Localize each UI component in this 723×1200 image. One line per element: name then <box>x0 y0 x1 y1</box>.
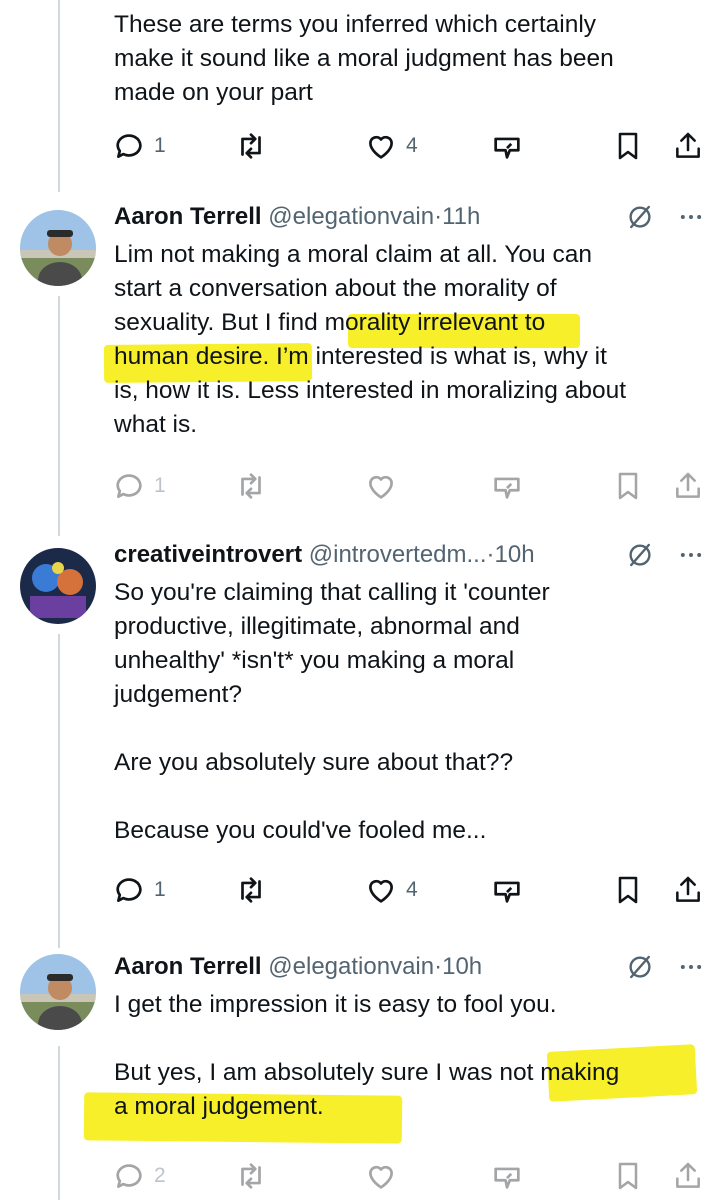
timestamp[interactable]: 10h <box>495 541 535 568</box>
grok-icon <box>490 469 524 503</box>
like-count: 4 <box>406 878 418 901</box>
bookmark-icon <box>612 1159 644 1193</box>
tweet-header: Aaron Terrell @elegationvain·11h <box>114 200 705 234</box>
views-button[interactable] <box>490 870 524 910</box>
retweet-button[interactable] <box>234 870 268 910</box>
reply-icon <box>112 873 146 907</box>
user-handle[interactable]: @introvertedm... <box>309 541 487 568</box>
display-name[interactable]: creativeintrovert <box>114 541 302 568</box>
like-button[interactable] <box>364 466 406 506</box>
retweet-icon <box>234 1159 268 1193</box>
reply-button[interactable]: 1 <box>112 870 166 910</box>
tweet-header: creativeintrovert @introvertedm...·10h <box>114 538 705 572</box>
display-name[interactable]: Aaron Terrell <box>114 953 262 980</box>
more-icon[interactable] <box>677 540 705 570</box>
tweet-actions: 1 4 <box>112 126 704 166</box>
grok-icon <box>490 873 524 907</box>
grok-icon <box>490 1159 524 1193</box>
tweet[interactable]: These are terms you inferred which certa… <box>0 0 723 190</box>
share-button[interactable] <box>672 1156 704 1196</box>
tweet-text: I get the impression it is easy to fool … <box>114 991 620 1120</box>
reply-icon <box>112 469 146 503</box>
no-entry-icon[interactable] <box>625 202 655 232</box>
reply-count: 1 <box>154 134 166 157</box>
tweet-text: Lim not making a moral claim at all. You… <box>114 241 627 438</box>
retweet-button[interactable] <box>234 126 268 166</box>
reply-button[interactable]: 1 <box>112 466 166 506</box>
like-count: 4 <box>406 134 418 157</box>
avatar[interactable] <box>20 548 96 624</box>
share-icon <box>672 1159 704 1193</box>
heart-icon <box>364 873 398 907</box>
retweet-icon <box>234 129 268 163</box>
reply-count: 1 <box>154 474 166 497</box>
share-button[interactable] <box>672 466 704 506</box>
reply-button[interactable]: 2 <box>112 1156 166 1196</box>
heart-icon <box>364 1159 398 1193</box>
bookmark-icon <box>612 469 644 503</box>
share-icon <box>672 469 704 503</box>
share-button[interactable] <box>672 126 704 166</box>
bookmark-button[interactable] <box>612 466 644 506</box>
tweet-actions: 2 <box>112 1156 704 1196</box>
reply-count: 2 <box>154 1164 166 1187</box>
reply-button[interactable]: 1 <box>112 126 166 166</box>
tweet-text: These are terms you inferred which certa… <box>114 11 614 106</box>
reply-icon <box>112 129 146 163</box>
bookmark-icon <box>612 873 644 907</box>
more-icon[interactable] <box>677 952 705 982</box>
share-button[interactable] <box>672 870 704 910</box>
heart-icon <box>364 129 398 163</box>
retweet-icon <box>234 873 268 907</box>
retweet-button[interactable] <box>234 1156 268 1196</box>
views-button[interactable] <box>490 466 524 506</box>
no-entry-icon[interactable] <box>625 540 655 570</box>
avatar[interactable] <box>20 210 96 286</box>
no-entry-icon[interactable] <box>625 952 655 982</box>
bookmark-icon <box>612 129 644 163</box>
like-button[interactable]: 4 <box>364 126 418 166</box>
reply-count: 1 <box>154 878 166 901</box>
tweet-actions: 1 <box>112 466 704 506</box>
bookmark-button[interactable] <box>612 870 644 910</box>
timestamp[interactable]: 11h <box>442 203 480 230</box>
bookmark-button[interactable] <box>612 126 644 166</box>
more-icon[interactable] <box>677 202 705 232</box>
tweet[interactable]: Aaron Terrell @elegationvain·10h I get t… <box>0 946 723 1200</box>
retweet-button[interactable] <box>234 466 268 506</box>
retweet-icon <box>234 469 268 503</box>
timestamp[interactable]: 10h <box>442 953 482 980</box>
tweet[interactable]: Aaron Terrell @elegationvain·11h Lim not… <box>0 196 723 526</box>
separator-dot: · <box>434 953 443 980</box>
tweet-text: So you're claiming that calling it 'coun… <box>114 579 550 844</box>
separator-dot: · <box>434 203 443 230</box>
user-handle[interactable]: @elegationvain <box>268 953 434 980</box>
tweet[interactable]: creativeintrovert @introvertedm...·10h S… <box>0 534 723 934</box>
user-handle[interactable]: @elegationvain <box>268 203 434 230</box>
bookmark-button[interactable] <box>612 1156 644 1196</box>
display-name[interactable]: Aaron Terrell <box>114 203 262 230</box>
tweet-actions: 1 4 <box>112 870 704 910</box>
share-icon <box>672 129 704 163</box>
like-button[interactable] <box>364 1156 406 1196</box>
grok-icon <box>490 129 524 163</box>
share-icon <box>672 873 704 907</box>
separator-dot: · <box>486 541 495 568</box>
reply-icon <box>112 1159 146 1193</box>
tweet-header: Aaron Terrell @elegationvain·10h <box>114 950 705 984</box>
views-button[interactable] <box>490 1156 524 1196</box>
like-button[interactable]: 4 <box>364 870 418 910</box>
views-button[interactable] <box>490 126 524 166</box>
avatar[interactable] <box>20 954 96 1030</box>
heart-icon <box>364 469 398 503</box>
